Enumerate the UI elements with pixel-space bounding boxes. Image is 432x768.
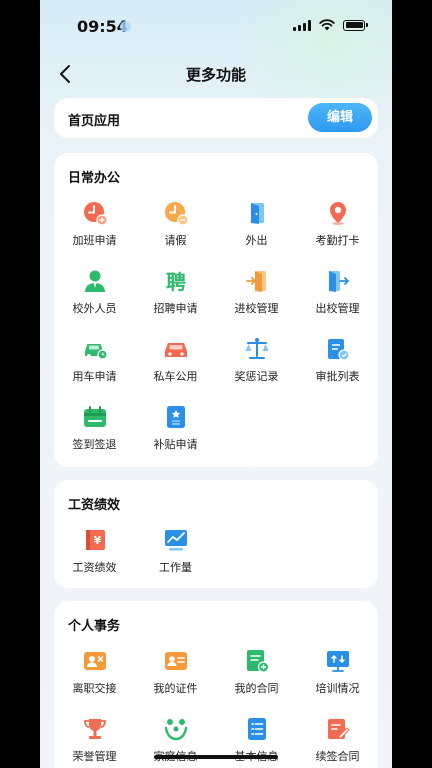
battery-icon <box>343 19 368 31</box>
app-label: 审批列表 <box>315 370 360 383</box>
app-label: 校外人员 <box>72 302 117 315</box>
app-label: 请假 <box>164 234 187 247</box>
private-car-icon <box>163 336 189 362</box>
app-enter-school[interactable]: 进校管理 <box>216 265 297 333</box>
basic-info-icon <box>244 716 270 742</box>
app-attendance[interactable]: 考勤打卡 <box>297 197 378 265</box>
signal-icon <box>293 19 311 31</box>
nav-bar: 更多功能 <box>40 56 392 92</box>
section-salary-performance: 工资绩效 ¥ 工资绩效 工作量 <box>54 480 378 588</box>
app-go-out[interactable]: 外出 <box>216 197 297 265</box>
app-my-certificates[interactable]: 我的证件 <box>135 645 216 713</box>
salary-grid: ¥ 工资绩效 工作量 <box>54 524 378 592</box>
app-outside-personnel[interactable]: 校外人员 <box>54 265 135 333</box>
app-label: 培训情况 <box>315 682 360 695</box>
training-board-icon <box>325 648 351 674</box>
subsidy-doc-icon <box>163 404 189 430</box>
exit-door-icon <box>325 268 351 294</box>
app-label: 招聘申请 <box>153 302 198 315</box>
section-personal-affairs: 个人事务 离职交接 我的证件 我的合同 培训情况 荣誉管理 续签合同 <box>54 601 378 768</box>
app-label: 加班申请 <box>72 234 117 247</box>
status-bar: 09:54 <box>40 0 392 48</box>
app-resign-handover[interactable]: 离职交接 <box>54 645 135 713</box>
status-icons <box>293 19 368 31</box>
app-family-info[interactable]: 家庭信息 <box>135 713 216 768</box>
scale-icon <box>244 336 270 362</box>
renew-contract-icon <box>325 716 351 742</box>
app-leave[interactable]: 请假 <box>135 197 216 265</box>
car-apply-icon <box>82 336 108 362</box>
app-workload[interactable]: 工作量 <box>135 524 216 592</box>
app-exit-school[interactable]: 出校管理 <box>297 265 378 333</box>
contract-icon <box>244 648 270 674</box>
home-indicator[interactable] <box>154 755 278 759</box>
door-exit-icon <box>244 200 270 226</box>
personal-grid: 离职交接 我的证件 我的合同 培训情况 荣誉管理 续签合同 <box>54 645 378 768</box>
status-dot <box>120 21 131 32</box>
overtime-clock-icon <box>82 200 108 226</box>
app-basic-info[interactable]: 基本信息 <box>216 713 297 768</box>
app-label: 外出 <box>245 234 268 247</box>
app-salary-performance[interactable]: ¥ 工资绩效 <box>54 524 135 592</box>
section-title: 个人事务 <box>68 619 121 634</box>
app-approval-list[interactable]: 审批列表 <box>297 333 378 401</box>
app-label: 补贴申请 <box>153 438 198 451</box>
trophy-icon <box>82 716 108 742</box>
app-recruit[interactable]: 聘 招聘申请 <box>135 265 216 333</box>
recruit-icon: 聘 <box>163 268 189 294</box>
app-label: 工作量 <box>159 561 192 574</box>
app-training-status[interactable]: 培训情况 <box>297 645 378 713</box>
app-label: 奖惩记录 <box>234 370 279 383</box>
wifi-icon <box>319 19 335 31</box>
edit-button[interactable]: 编辑 <box>308 103 372 132</box>
app-subsidy-apply[interactable]: 补贴申请 <box>135 401 216 469</box>
leave-clock-icon <box>163 200 189 226</box>
person-icon <box>82 268 108 294</box>
daily-office-grid: 加班申请 请假 外出 考勤打卡 校外人员 聘 招聘申请 进校管理 出校管理 用车… <box>54 197 378 469</box>
enter-door-icon <box>244 268 270 294</box>
approval-list-icon <box>325 336 351 362</box>
section-daily-office: 日常办公 加班申请 请假 外出 考勤打卡 校外人员 聘 招聘申请 进校管理 出校… <box>54 153 378 467</box>
app-rewards-records[interactable]: 奖惩记录 <box>216 333 297 401</box>
resign-handover-icon <box>82 648 108 674</box>
workload-chart-icon <box>163 527 189 553</box>
app-label: 续签合同 <box>315 750 360 763</box>
app-label: 离职交接 <box>72 682 117 695</box>
family-icon <box>163 716 189 742</box>
app-vehicle-apply[interactable]: 用车申请 <box>54 333 135 401</box>
app-label: 进校管理 <box>234 302 279 315</box>
svg-text:聘: 聘 <box>166 270 186 294</box>
calendar-sign-icon <box>82 404 108 430</box>
location-pin-icon <box>325 200 351 226</box>
app-my-contract[interactable]: 我的合同 <box>216 645 297 713</box>
app-label: 我的证件 <box>153 682 198 695</box>
section-title: 工资绩效 <box>68 498 121 513</box>
app-honor-management[interactable]: 荣誉管理 <box>54 713 135 768</box>
app-label: 签到签退 <box>72 438 117 451</box>
app-renew-contract[interactable]: 续签合同 <box>297 713 378 768</box>
app-overtime-apply[interactable]: 加班申请 <box>54 197 135 265</box>
home-apps-label: 首页应用 <box>68 114 121 129</box>
app-label: 出校管理 <box>315 302 360 315</box>
app-label: 工资绩效 <box>72 561 117 574</box>
phone-screen: 09:54 更多功能 首页应用 编辑 日常办公 加班申请 请假 外出 考勤打卡 … <box>40 0 392 768</box>
salary-book-icon: ¥ <box>82 527 108 553</box>
section-title: 日常办公 <box>68 171 121 186</box>
app-private-car[interactable]: 私车公用 <box>135 333 216 401</box>
page-title: 更多功能 <box>185 66 246 84</box>
app-label: 用车申请 <box>72 370 117 383</box>
app-label: 荣誉管理 <box>72 750 117 763</box>
id-card-icon <box>163 648 189 674</box>
app-label: 考勤打卡 <box>315 234 360 247</box>
app-label: 私车公用 <box>153 370 198 383</box>
svg-text:¥: ¥ <box>93 534 101 547</box>
app-sign-in-out[interactable]: 签到签退 <box>54 401 135 469</box>
app-label: 我的合同 <box>234 682 279 695</box>
home-apps-card: 首页应用 编辑 <box>54 98 378 138</box>
